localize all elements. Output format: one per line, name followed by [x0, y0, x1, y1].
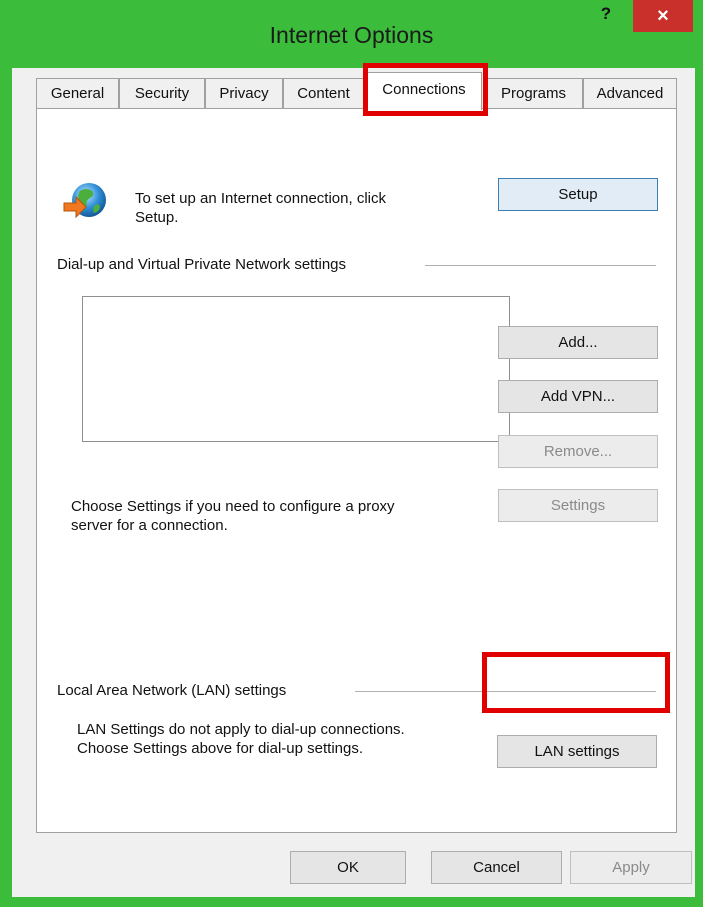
- add-vpn-button[interactable]: Add VPN...: [498, 380, 658, 413]
- close-button[interactable]: ×: [633, 0, 693, 32]
- dialog-client-area: General Security Privacy Content Connect…: [12, 63, 695, 897]
- proxy-description: Choose Settings if you need to configure…: [71, 498, 395, 534]
- settings-button[interactable]: Settings: [498, 489, 658, 522]
- lan-section-divider: [355, 691, 656, 692]
- add-button[interactable]: Add...: [498, 326, 658, 359]
- lan-settings-heading: Local Area Network (LAN) settings: [57, 682, 287, 699]
- cancel-button[interactable]: Cancel: [431, 851, 562, 884]
- remove-button[interactable]: Remove...: [498, 435, 658, 468]
- setup-description: To set up an Internet connection, click …: [135, 190, 386, 226]
- title-bar[interactable]: Internet Options ? ×: [0, 0, 703, 72]
- tab-advanced[interactable]: Advanced: [583, 78, 677, 109]
- lan-description: LAN Settings do not apply to dial-up con…: [77, 721, 405, 757]
- globe-network-icon: [63, 183, 106, 219]
- tab-content[interactable]: Content: [283, 78, 364, 109]
- setup-button[interactable]: Setup: [498, 178, 658, 211]
- internet-options-window: Internet Options ? × General Security Pr…: [0, 0, 703, 907]
- tab-privacy[interactable]: Privacy: [205, 78, 283, 109]
- lan-settings-button[interactable]: LAN settings: [497, 735, 657, 768]
- tab-general[interactable]: General: [36, 78, 119, 109]
- apply-button[interactable]: Apply: [570, 851, 692, 884]
- connections-panel: To set up an Internet connection, click …: [36, 108, 677, 833]
- tab-connections[interactable]: Connections: [366, 72, 482, 110]
- connections-list[interactable]: [82, 296, 510, 442]
- tab-security[interactable]: Security: [119, 78, 205, 109]
- tab-programs[interactable]: Programs: [484, 78, 583, 109]
- help-icon[interactable]: ?: [590, 4, 622, 34]
- dialup-section-divider: [425, 265, 656, 266]
- ok-button[interactable]: OK: [290, 851, 406, 884]
- dialup-vpn-heading: Dial-up and Virtual Private Network sett…: [57, 256, 347, 273]
